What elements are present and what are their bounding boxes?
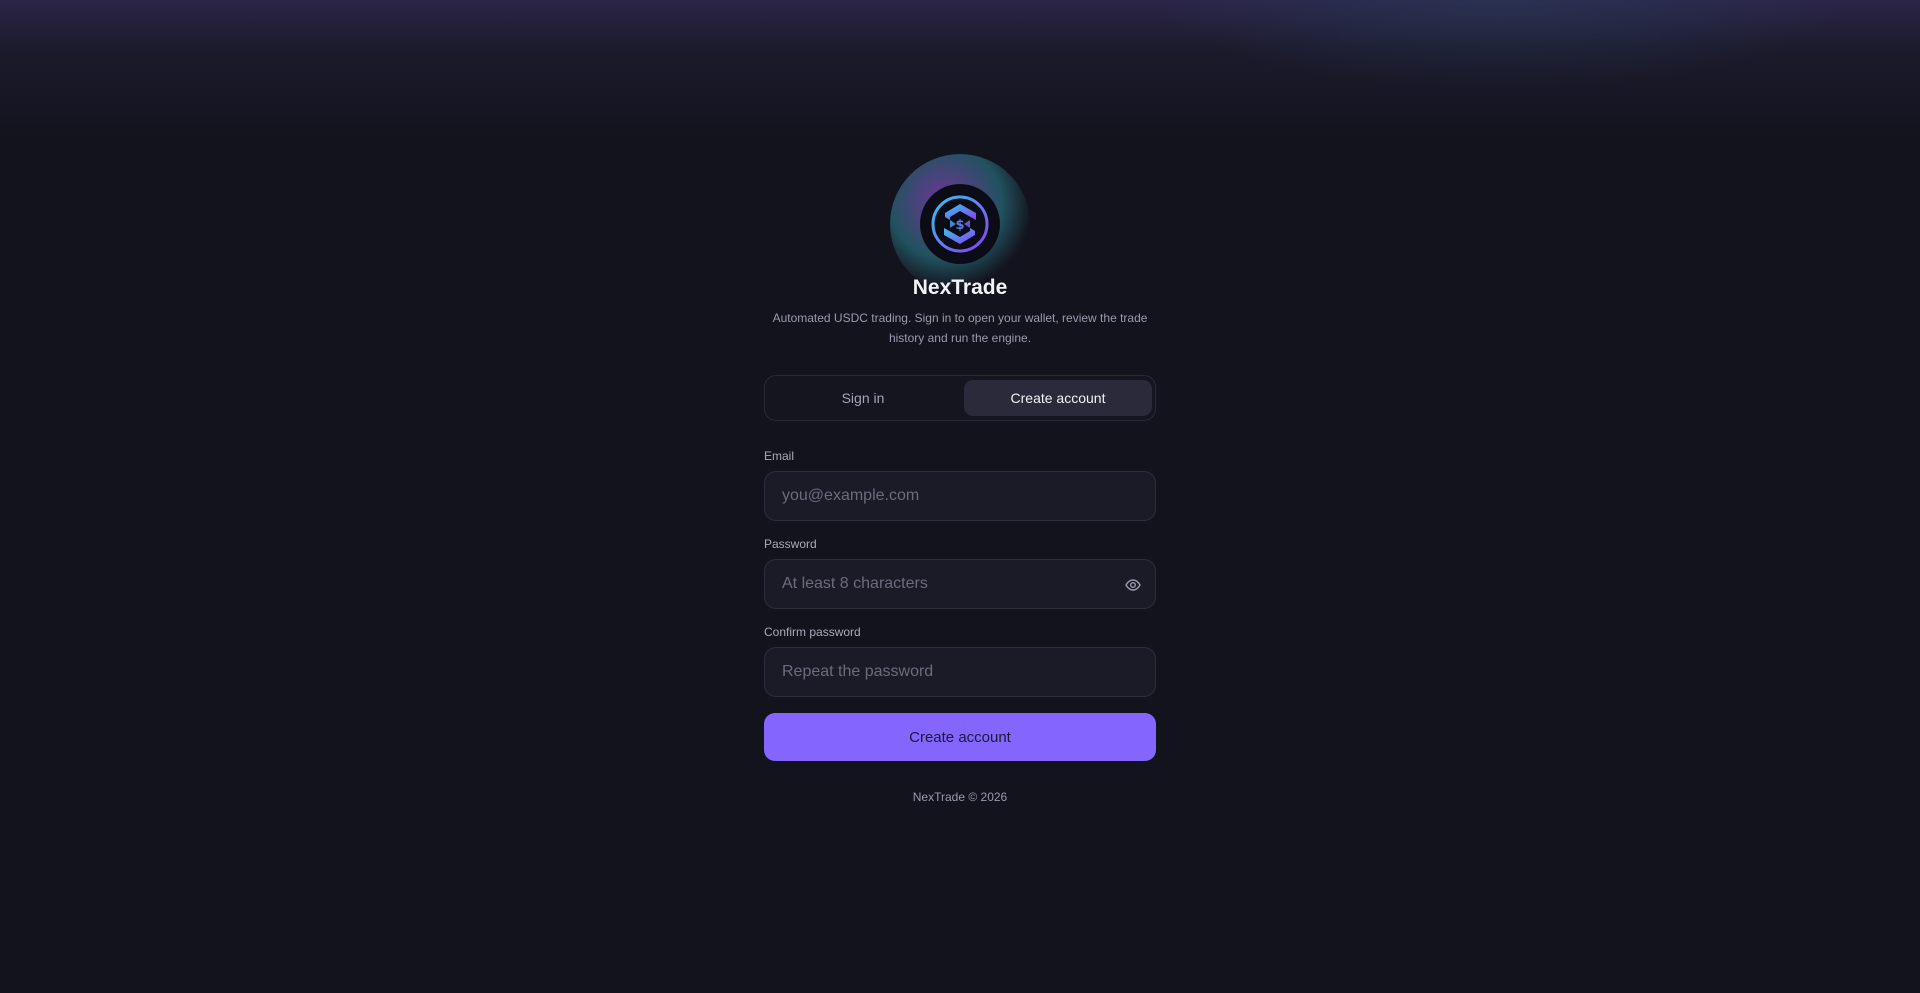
auth-page: $ NexTrade Automated USDC trading. Sign … [0, 0, 1920, 993]
confirm-password-field-container [764, 647, 1156, 697]
create-account-button[interactable]: Create account [764, 713, 1156, 761]
password-field-container [764, 559, 1156, 609]
email-label: Email [764, 449, 795, 463]
brand-title: NexTrade [912, 276, 1008, 299]
email-field-container [764, 471, 1156, 521]
confirm-password-field[interactable] [765, 648, 1155, 696]
brand-tagline: Automated USDC trading. Sign in to open … [772, 311, 1148, 345]
svg-text:$: $ [955, 218, 964, 233]
eye-icon[interactable] [1125, 577, 1141, 593]
password-field[interactable] [765, 560, 1155, 608]
logo-container: $ [890, 154, 1030, 294]
usdc-coin-icon: $ [920, 184, 1000, 264]
auth-tabs: Sign in Create account [764, 375, 1156, 421]
footer-copyright: NexTrade © 2026 [912, 790, 1008, 804]
tab-sign-in[interactable]: Sign in [769, 380, 957, 416]
password-label: Password [764, 537, 817, 551]
confirm-password-label: Confirm password [764, 625, 861, 639]
email-field[interactable] [765, 472, 1155, 520]
tab-create-account[interactable]: Create account [964, 380, 1152, 416]
